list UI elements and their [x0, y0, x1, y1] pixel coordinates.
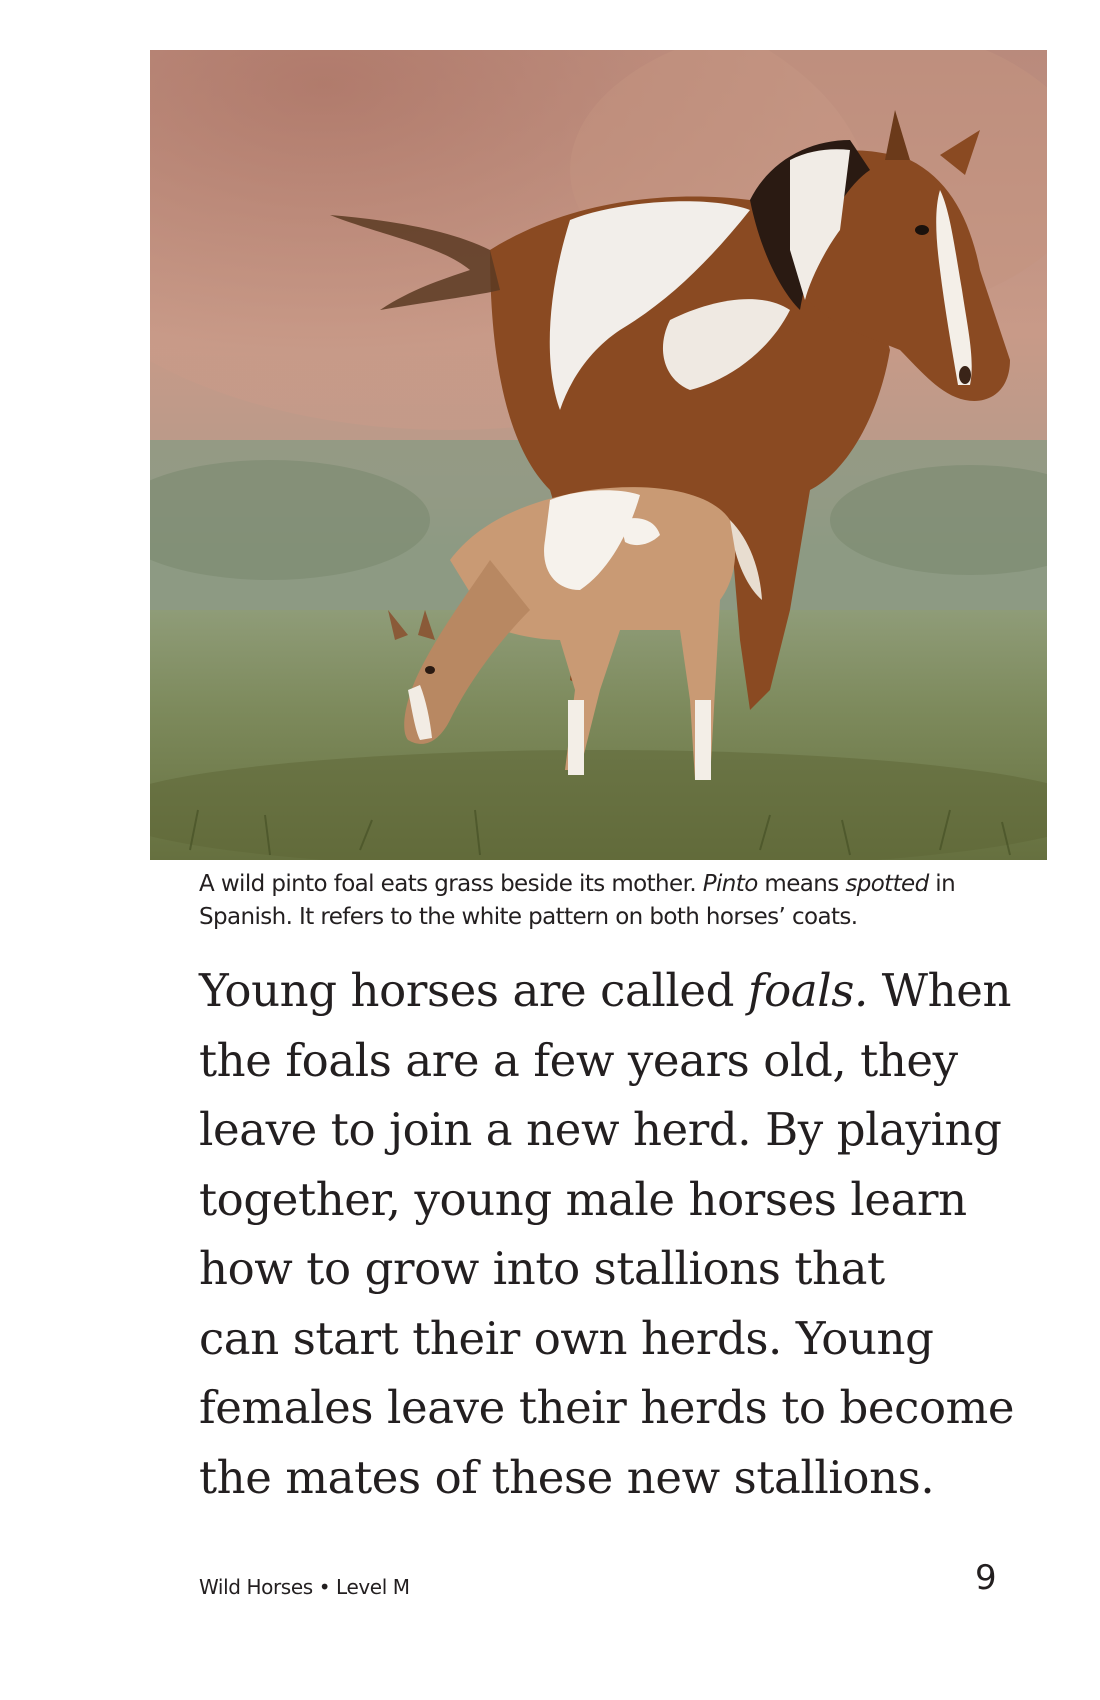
caption-text-2: means [757, 871, 846, 897]
book-page: A wild pinto foal eats grass beside its … [0, 0, 1100, 1700]
caption-text-1: A wild pinto foal eats grass beside its … [199, 871, 703, 897]
body-line-8: the mates of these new stallions. [199, 1450, 935, 1504]
footer-book-title: Wild Horses • Level M [199, 1575, 410, 1599]
body-line-6: can start their own herds. Young [199, 1311, 934, 1365]
page-number: 9 [975, 1558, 997, 1598]
caption-italic-pinto: Pinto [702, 871, 759, 897]
body-line-3: leave to join a new herd. By playing [199, 1103, 1002, 1156]
body-paragraph: Young horses are called foals. When the … [199, 956, 1059, 1512]
body-line-4: together, young male horses learn [199, 1172, 967, 1226]
body-line-2: the foals are a few years old, they [199, 1033, 958, 1087]
horse-photo [150, 50, 1047, 860]
body-line-1-b: When [867, 964, 1012, 1017]
body-line-5: how to grow into stallions that [199, 1242, 885, 1295]
photo-caption: A wild pinto foal eats grass beside its … [199, 868, 999, 934]
body-line-1: Young horses are called foals. When [199, 956, 1059, 1026]
body-line-1-a: Young horses are called [199, 964, 748, 1017]
body-italic-foals: foals. [747, 964, 868, 1017]
body-line-7: females leave their herds to become [199, 1381, 1015, 1434]
caption-italic-spotted: spotted [845, 871, 929, 897]
